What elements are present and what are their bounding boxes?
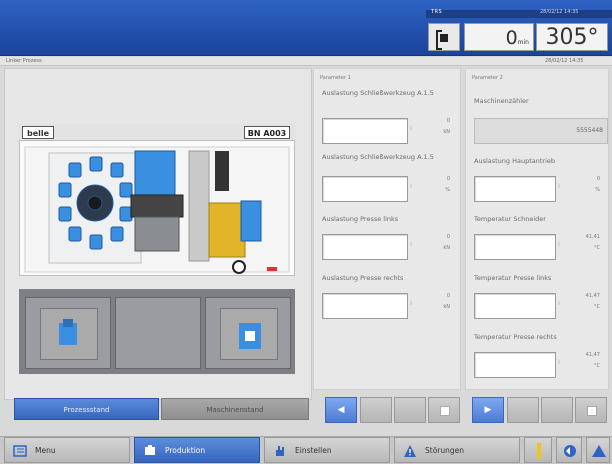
param-field[interactable] [474, 293, 556, 319]
param-value: 0 [446, 176, 450, 182]
process-label: Linker Prozess [6, 58, 42, 64]
control-button-7[interactable] [541, 397, 573, 423]
cycle-button[interactable] [556, 437, 582, 463]
panel-a-title: Parameter 1 [320, 75, 351, 81]
status-label: TRS [431, 9, 443, 15]
control-button-8[interactable] [575, 397, 607, 423]
temperature-display: 305° [536, 23, 608, 51]
control-button-2[interactable] [360, 397, 392, 423]
station-middle[interactable] [115, 297, 201, 369]
warning-icon [404, 445, 416, 457]
param-label: Auslastung Hauptantrieb [474, 157, 556, 165]
param-unit: kN [443, 304, 450, 310]
param-label: Temperatur Presse links [474, 274, 552, 282]
param-value: 0 [446, 118, 450, 124]
nav-einstellen[interactable]: Einstellen [264, 437, 390, 463]
machine-model-label: BN A003 [244, 126, 290, 139]
param-label: Temperatur Schneider [474, 215, 546, 223]
hand-icon [276, 446, 284, 456]
arrow-right-icon: ▶ [484, 405, 492, 415]
station-left[interactable] [25, 297, 111, 369]
param-label: Auslastung Schließwerkzeug A.1.5 [322, 153, 434, 161]
status-strip [426, 10, 612, 18]
param-field[interactable] [322, 176, 408, 202]
field-marker: ⁞ [410, 300, 412, 307]
machine-counter-value: 5555448 [474, 118, 608, 144]
param-field[interactable] [322, 234, 408, 260]
param-field[interactable] [474, 176, 556, 202]
field-marker: ⁞ [410, 183, 412, 190]
parameter-panel-a: Parameter 1 Auslastung Schließwerkzeug A… [313, 68, 461, 390]
production-icon [145, 445, 155, 455]
arrow-left-icon: ◀ [337, 405, 345, 415]
status-timestamp: 28/02/12 14:35 [540, 9, 579, 15]
param-value: 41,47 [585, 352, 600, 358]
control-button-4[interactable] [428, 397, 460, 423]
param-label: Auslastung Schließwerkzeug A.1.5 [322, 89, 434, 97]
param-value: 41,41 [585, 234, 600, 240]
square-icon [440, 406, 450, 416]
param-unit: °C [594, 363, 600, 369]
field-marker: ⁞ [558, 183, 560, 190]
param-unit: % [445, 187, 450, 193]
counter-value: 0 [505, 27, 518, 49]
param-label: Temperatur Presse rechts [474, 333, 557, 341]
station-row [19, 289, 295, 374]
counter-unit: min [517, 39, 529, 46]
counter-display: 0min [464, 23, 534, 51]
nav-stoerungen[interactable]: Störungen [394, 437, 520, 463]
nav-menu-label: Menu [35, 446, 56, 455]
nav-stoerungen-label: Störungen [425, 446, 465, 455]
cycle-arrows-icon [564, 445, 576, 457]
field-marker: ⁞ [410, 125, 412, 132]
nav-menu[interactable]: Menu [4, 437, 130, 463]
param-unit: °C [594, 245, 600, 251]
yellow-indicator-icon [537, 443, 541, 459]
param-field[interactable] [474, 234, 556, 260]
sub-strip [0, 57, 612, 66]
field-marker: ⁞ [558, 241, 560, 248]
control-button-6[interactable] [507, 397, 539, 423]
machine-illustration [24, 146, 290, 274]
param-field[interactable] [322, 118, 408, 144]
param-value: 41,47 [585, 293, 600, 299]
param-value: 0 [446, 234, 450, 240]
nav-produktion[interactable]: Produktion [134, 437, 260, 463]
field-marker: ⁞ [558, 300, 560, 307]
arrow-up-icon [592, 445, 606, 457]
field-marker: ⁞ [410, 241, 412, 248]
param-value: 0 [596, 176, 600, 182]
param-field[interactable] [322, 293, 408, 319]
prev-page-button[interactable]: ◀ [325, 397, 357, 423]
param-field[interactable] [474, 352, 556, 378]
next-page-button[interactable]: ▶ [472, 397, 504, 423]
panel-b-title: Parameter 2 [472, 75, 503, 81]
field-marker: ⁞ [558, 359, 560, 366]
param-label: Auslastung Presse rechts [322, 274, 404, 282]
date-time-label: 28/02/12 14:35 [545, 58, 584, 64]
station-right[interactable] [205, 297, 291, 369]
tab-process-status[interactable]: Prozessstand [14, 398, 159, 420]
menu-icon [13, 445, 27, 457]
machine-counter-label: Maschinenzähler [474, 97, 529, 105]
cycle-mode-button[interactable] [428, 23, 460, 51]
machine-brand-logo: belle [22, 126, 54, 139]
param-unit: °C [594, 304, 600, 310]
control-button-3[interactable] [394, 397, 426, 423]
square-icon [587, 406, 597, 416]
indicator-button[interactable] [524, 437, 552, 463]
param-unit: kN [443, 245, 450, 251]
stop-icon [440, 34, 448, 42]
param-unit: kN [443, 129, 450, 135]
nav-produktion-label: Produktion [165, 446, 206, 455]
param-label: Auslastung Presse links [322, 215, 399, 223]
tab-machine-status[interactable]: Maschinenstand [161, 398, 309, 420]
param-value: 0 [446, 293, 450, 299]
up-button[interactable] [586, 437, 610, 463]
nav-einstellen-label: Einstellen [295, 446, 332, 455]
param-unit: % [595, 187, 600, 193]
parameter-panel-b: Parameter 2 Maschinenzähler 5555448 Ausl… [465, 68, 609, 390]
